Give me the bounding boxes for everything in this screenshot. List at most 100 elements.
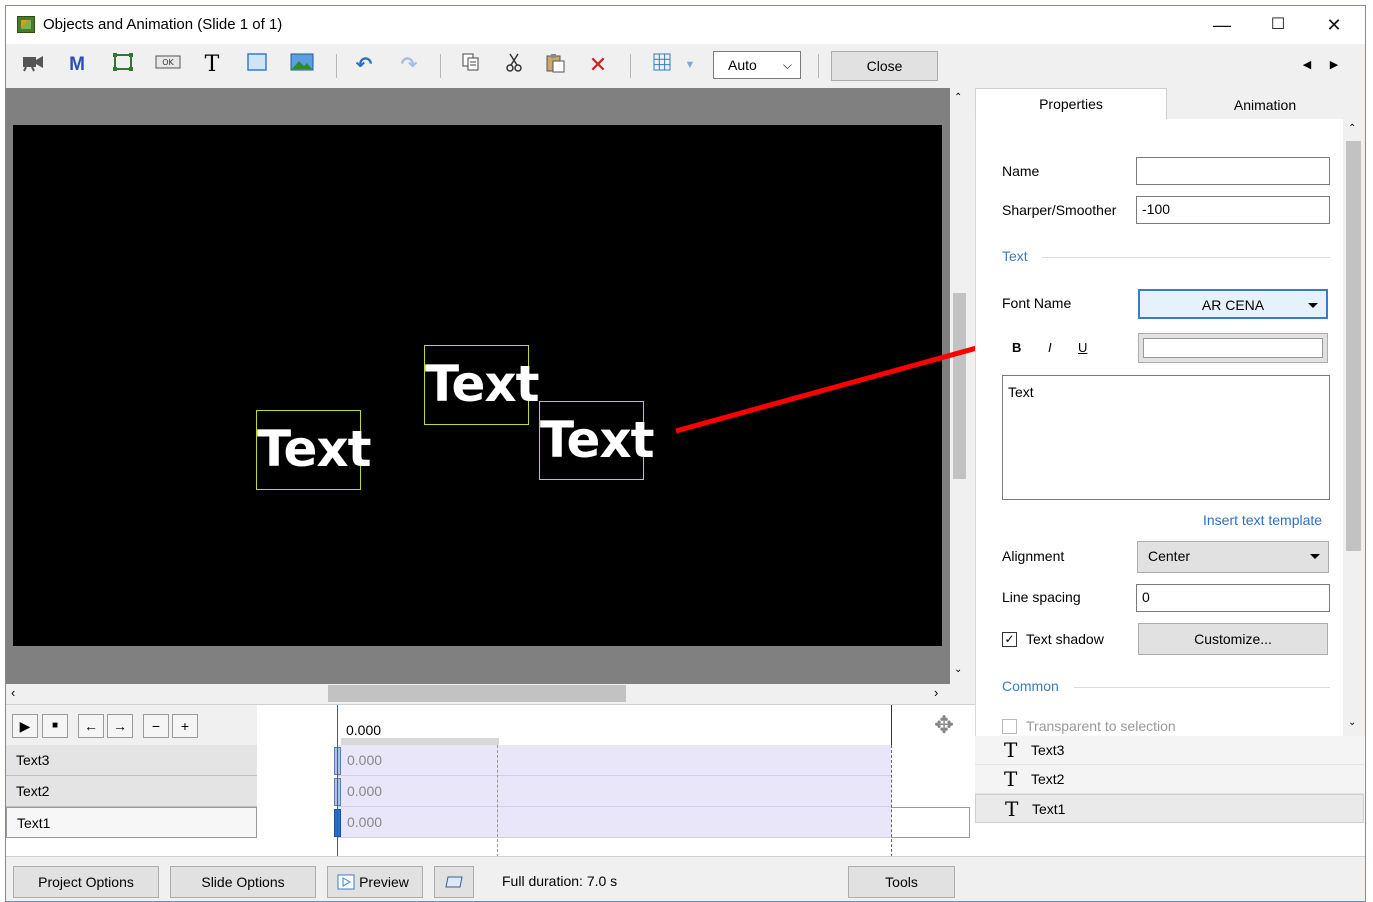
project-options-button[interactable]: Project Options: [13, 866, 159, 898]
properties-scrollbar[interactable]: ⌃ ⌄: [1343, 119, 1364, 736]
copy-icon[interactable]: [458, 52, 484, 78]
maximize-button[interactable]: ☐: [1255, 9, 1301, 41]
scroll-up-icon[interactable]: ⌃: [954, 92, 962, 103]
caret-down-icon: [1310, 554, 1320, 559]
undo-icon[interactable]: ↶: [351, 52, 377, 78]
object-label: Text2: [1031, 771, 1065, 787]
close-window-button[interactable]: ✕: [1311, 9, 1357, 41]
timeline-row-label[interactable]: Text3: [6, 745, 257, 776]
alignment-label: Alignment: [1002, 548, 1065, 564]
slide-options-button[interactable]: Slide Options: [170, 866, 316, 898]
prev-slide-icon[interactable]: ◀: [1299, 52, 1315, 78]
object-label: Text3: [1031, 742, 1065, 758]
frame-icon[interactable]: [110, 52, 136, 78]
font-name-label: Font Name: [1002, 295, 1072, 311]
scroll-up-icon[interactable]: ⌃: [1348, 123, 1356, 134]
text-object-text2[interactable]: Text: [424, 345, 540, 425]
text-color-picker[interactable]: [1138, 333, 1328, 363]
tab-animation[interactable]: Animation: [1169, 90, 1361, 122]
font-name-dropdown[interactable]: AR CENA: [1138, 289, 1328, 319]
next-slide-icon[interactable]: ▶: [1326, 52, 1342, 78]
slide-canvas[interactable]: Text Text Text: [13, 125, 942, 646]
image-icon[interactable]: [288, 52, 316, 78]
delete-icon[interactable]: ✕: [586, 52, 610, 78]
arrow-left-icon[interactable]: ←: [78, 714, 104, 738]
playhead[interactable]: [337, 705, 338, 857]
line-spacing-label: Line spacing: [1002, 589, 1081, 605]
scroll-down-icon[interactable]: ⌄: [1348, 717, 1356, 728]
italic-button[interactable]: I: [1048, 340, 1052, 355]
panel-tabs: Properties Animation: [975, 88, 1365, 120]
timeline-track[interactable]: [337, 807, 891, 838]
name-input[interactable]: [1136, 157, 1330, 185]
timeline-track[interactable]: [337, 745, 891, 776]
insert-text-template-link[interactable]: Insert text template: [1203, 512, 1322, 528]
text-color-swatch: [1143, 338, 1323, 358]
timeline-row-label[interactable]: Text2: [6, 776, 257, 807]
list-item[interactable]: T Text3: [975, 736, 1364, 765]
sharper-smoother-input[interactable]: -100: [1136, 196, 1330, 224]
tab-properties[interactable]: Properties: [975, 88, 1167, 120]
line-spacing-input[interactable]: 0: [1136, 584, 1330, 612]
alignment-dropdown[interactable]: Center: [1137, 541, 1329, 573]
timeline-track[interactable]: [337, 776, 891, 807]
text-object-text1[interactable]: Text: [256, 410, 372, 490]
text-content-area[interactable]: Text: [1002, 375, 1330, 500]
underline-button[interactable]: U: [1078, 340, 1087, 355]
zoom-select[interactable]: Auto ⌵: [713, 51, 801, 79]
cut-icon[interactable]: [502, 52, 526, 78]
close-button[interactable]: Close: [831, 51, 938, 81]
bottom-bar: Project Options Slide Options Preview Fu…: [6, 856, 1365, 901]
redo-icon[interactable]: ↷: [396, 52, 422, 78]
text-object-icon: T: [1004, 738, 1018, 762]
zoom-select-value: Auto: [728, 57, 757, 73]
list-item-selected[interactable]: T Text1: [975, 794, 1364, 823]
tools-button[interactable]: Tools: [848, 866, 955, 898]
stage-vertical-thumb[interactable]: [953, 293, 966, 479]
minimize-button[interactable]: —: [1199, 9, 1245, 41]
transparent-selection-checkbox[interactable]: [1002, 719, 1017, 734]
alignment-value: Center: [1148, 548, 1191, 564]
scroll-down-icon[interactable]: ⌄: [954, 664, 962, 675]
common-section-title: Common: [1002, 678, 1059, 694]
stage-horizontal-scrollbar[interactable]: ‹ ›: [6, 684, 950, 704]
timeline-row-label-selected[interactable]: Text1: [6, 807, 257, 838]
text-section-title: Text: [1002, 248, 1028, 264]
mask-icon[interactable]: M: [64, 52, 90, 78]
time-ruler[interactable]: 0.000 ✥: [257, 705, 975, 746]
text-shadow-checkbox[interactable]: ✓: [1002, 632, 1017, 647]
scroll-right-icon[interactable]: ›: [934, 685, 938, 700]
camera-icon[interactable]: [18, 52, 48, 78]
play-icon[interactable]: ▶: [12, 714, 38, 738]
preview-label: Preview: [359, 874, 409, 890]
ok-button-icon[interactable]: OK: [154, 52, 182, 78]
rectangle-icon[interactable]: [244, 52, 270, 78]
scroll-left-icon[interactable]: ‹: [11, 685, 15, 700]
bold-button[interactable]: B: [1012, 340, 1021, 355]
timeline-controls: ▶ ■ ← → − +: [6, 705, 257, 745]
keyframe-time: 0.000: [347, 783, 383, 799]
app-icon: [17, 16, 35, 33]
font-name-value: AR CENA: [1201, 297, 1265, 313]
zoom-out-icon[interactable]: −: [143, 714, 169, 738]
grid-icon[interactable]: [650, 52, 674, 78]
properties-panel: Name Sharper/Smoother -100 Text Font Nam…: [975, 119, 1343, 736]
zoom-in-icon[interactable]: +: [172, 714, 198, 738]
object-list: T Text3 T Text2 T Text1: [975, 736, 1365, 856]
slide-view-button[interactable]: [434, 866, 474, 898]
stop-icon[interactable]: ■: [42, 714, 68, 738]
stage-vertical-scrollbar[interactable]: ⌃ ⌄: [950, 88, 969, 684]
title-bar: Objects and Animation (Slide 1 of 1) — ☐…: [6, 6, 1365, 44]
paste-icon[interactable]: [542, 52, 568, 78]
properties-scroll-thumb[interactable]: [1346, 141, 1361, 551]
preview-button[interactable]: Preview: [327, 866, 423, 898]
arrow-right-icon[interactable]: →: [107, 714, 133, 738]
transparent-selection-label: Transparent to selection: [1026, 718, 1176, 734]
move-icon[interactable]: ✥: [934, 711, 954, 740]
stage-horizontal-thumb[interactable]: [328, 685, 626, 702]
text-tool-icon[interactable]: T: [200, 52, 224, 78]
customize-shadow-button[interactable]: Customize...: [1138, 623, 1328, 655]
text-object-text3[interactable]: Text: [539, 401, 655, 480]
list-item[interactable]: T Text2: [975, 765, 1364, 794]
grid-dropdown-icon[interactable]: ▼: [682, 52, 698, 78]
